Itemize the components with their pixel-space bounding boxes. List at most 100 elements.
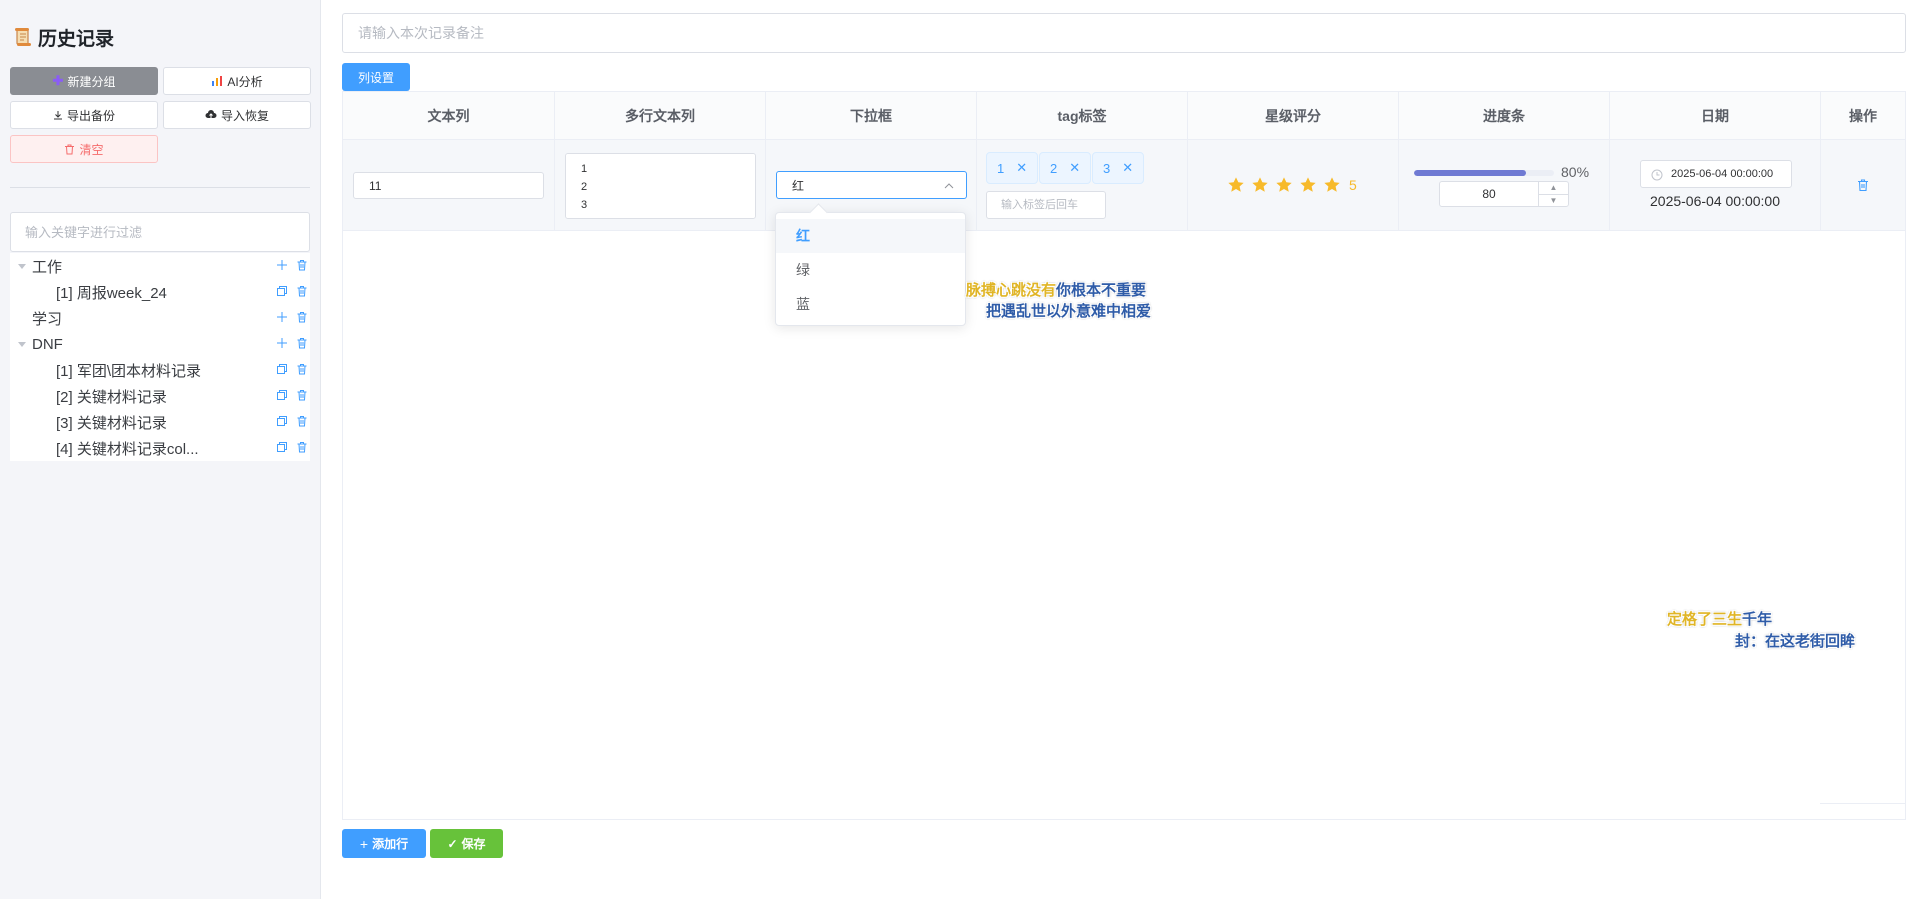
chevron-down-icon[interactable]: ▼: [1539, 195, 1568, 207]
star-icon[interactable]: [1275, 176, 1293, 194]
column-header: tag标签: [977, 92, 1188, 140]
dropdown-option-green[interactable]: 绿: [776, 253, 965, 287]
caret-down-icon[interactable]: [16, 260, 28, 272]
copy-icon[interactable]: [276, 415, 288, 427]
progress-text: 80%: [1561, 164, 1590, 180]
copy-icon[interactable]: [276, 363, 288, 375]
add-icon[interactable]: [276, 259, 288, 271]
clear-label: 清空: [79, 142, 104, 157]
close-icon[interactable]: ✕: [1016, 160, 1027, 176]
clock-icon: [1651, 169, 1663, 181]
chevron-up-icon: [944, 183, 954, 189]
copy-icon[interactable]: [276, 285, 288, 297]
rating-score: 5: [1349, 177, 1357, 193]
check-icon: ✓: [447, 836, 458, 851]
color-select[interactable]: 红: [776, 171, 967, 199]
trash-icon[interactable]: [296, 285, 308, 297]
new-group-button[interactable]: ✚ 新建分组: [10, 67, 158, 95]
tree-item-label: [2] 关键材料记录: [56, 388, 167, 406]
tree-item[interactable]: [1] 周报week_24: [10, 279, 310, 305]
tree-item-label: [1] 周报week_24: [56, 284, 167, 302]
import-restore-label: 导入恢复: [220, 108, 269, 123]
tree-item-label: [1] 军团\团本材料记录: [56, 362, 202, 380]
tree-group-label: 工作: [32, 258, 63, 276]
text-cell-input[interactable]: [353, 172, 544, 199]
column-header: 多行文本列: [555, 92, 766, 140]
overlay-lyric: 封：在这老街回眸: [1735, 633, 1856, 650]
star-rating[interactable]: 5: [1227, 176, 1357, 194]
dropdown-option-blue[interactable]: 蓝: [776, 287, 965, 321]
star-icon[interactable]: [1227, 176, 1245, 194]
tag-label: 3: [1103, 160, 1111, 176]
scroll-icon: [15, 28, 31, 46]
trash-icon[interactable]: [296, 415, 308, 427]
chevron-up-icon[interactable]: ▲: [1539, 182, 1568, 195]
cell-actions: [1821, 140, 1905, 231]
tree-item[interactable]: [4] 关键材料记录col...: [10, 435, 310, 461]
trash-icon[interactable]: [296, 311, 308, 323]
add-icon[interactable]: [276, 337, 288, 349]
import-restore-button[interactable]: 导入恢复: [163, 101, 311, 129]
add-row-button[interactable]: + 添加行: [342, 829, 426, 858]
record-note-input[interactable]: [342, 13, 1906, 53]
column-header: 进度条: [1399, 92, 1610, 140]
clear-button[interactable]: 清空: [10, 135, 158, 163]
cell-tags: 1 ✕ 2 ✕ 3 ✕: [977, 140, 1188, 231]
filter-input[interactable]: [10, 212, 310, 252]
overlay-lyric: 定格了三生千年: [1667, 608, 1772, 629]
tree-group-label: 学习: [32, 310, 63, 328]
multiline-cell-textarea[interactable]: [565, 153, 756, 219]
trash-icon[interactable]: [296, 441, 308, 453]
group-tree: 工作 [1] 周报week_24 学习 DNF [1] 军团\团本材料记录 [2…: [10, 253, 310, 461]
cell-multiline: [555, 140, 766, 231]
trash-icon: [65, 144, 75, 154]
trash-icon[interactable]: [296, 337, 308, 349]
save-button[interactable]: ✓ 保存: [430, 829, 503, 858]
tree-group-study[interactable]: 学习: [10, 305, 310, 331]
overlay-lyric-part: 定格了三生: [1667, 611, 1743, 628]
trash-icon[interactable]: [296, 363, 308, 375]
tree-item[interactable]: [2] 关键材料记录: [10, 383, 310, 409]
tree-item[interactable]: [3] 关键材料记录: [10, 409, 310, 435]
download-icon: [53, 111, 62, 120]
trash-icon[interactable]: [296, 389, 308, 401]
add-icon[interactable]: [276, 311, 288, 323]
plus-icon: ✚: [52, 73, 64, 88]
cell-date: 2025-06-04 00:00:00 2025-06-04 00:00:00: [1610, 140, 1821, 231]
tree-group-work[interactable]: 工作: [10, 253, 310, 279]
tag-input[interactable]: [986, 191, 1106, 219]
dropdown-option-red[interactable]: 红: [776, 219, 965, 253]
ai-analysis-label: AI分析: [227, 74, 263, 89]
copy-icon[interactable]: [276, 389, 288, 401]
star-icon[interactable]: [1299, 176, 1317, 194]
tree-group-dnf[interactable]: DNF: [10, 331, 310, 357]
close-icon[interactable]: ✕: [1122, 160, 1133, 176]
tree-item-label: [4] 关键材料记录col...: [56, 440, 199, 458]
progress-number-input[interactable]: 80 ▲ ▼: [1439, 181, 1569, 207]
export-backup-button[interactable]: 导出备份: [10, 101, 158, 129]
close-icon[interactable]: ✕: [1069, 160, 1080, 176]
star-icon[interactable]: [1323, 176, 1341, 194]
copy-icon[interactable]: [276, 441, 288, 453]
trash-icon[interactable]: [1856, 178, 1870, 192]
caret-down-icon[interactable]: [16, 338, 28, 350]
overlay-lyric-part: 千年: [1742, 611, 1773, 628]
ai-analysis-button[interactable]: AI分析: [163, 67, 311, 95]
tag-chip: 1 ✕: [986, 152, 1039, 184]
date-input-value: 2025-06-04 00:00:00: [1671, 168, 1774, 180]
save-label: 保存: [461, 837, 486, 851]
star-icon[interactable]: [1251, 176, 1269, 194]
overlay-lyric: 脉搏心跳没有你根本不重要: [966, 279, 1146, 300]
trash-icon[interactable]: [296, 259, 308, 271]
date-picker-input[interactable]: 2025-06-04 00:00:00: [1640, 160, 1792, 188]
column-settings-button[interactable]: 列设置: [342, 63, 410, 91]
cell-progress: 80% 80 ▲ ▼: [1399, 140, 1610, 231]
sidebar: 历史记录 ✚ 新建分组 AI分析 导出备份 导入恢复 清空 工作: [0, 0, 321, 899]
tree-item[interactable]: [1] 军团\团本材料记录: [10, 357, 310, 383]
table-row: 红 1 ✕ 2 ✕ 3 ✕ 5: [343, 140, 1905, 231]
table-scrollbar[interactable]: [1820, 803, 1906, 804]
sidebar-header: 历史记录: [14, 24, 114, 50]
sidebar-title: 历史记录: [38, 28, 115, 50]
column-header: 操作: [1849, 108, 1877, 124]
data-table: 文本列 多行文本列 下拉框 tag标签 星级评分 进度条 日期 操作 红 1 ✕: [342, 91, 1906, 820]
